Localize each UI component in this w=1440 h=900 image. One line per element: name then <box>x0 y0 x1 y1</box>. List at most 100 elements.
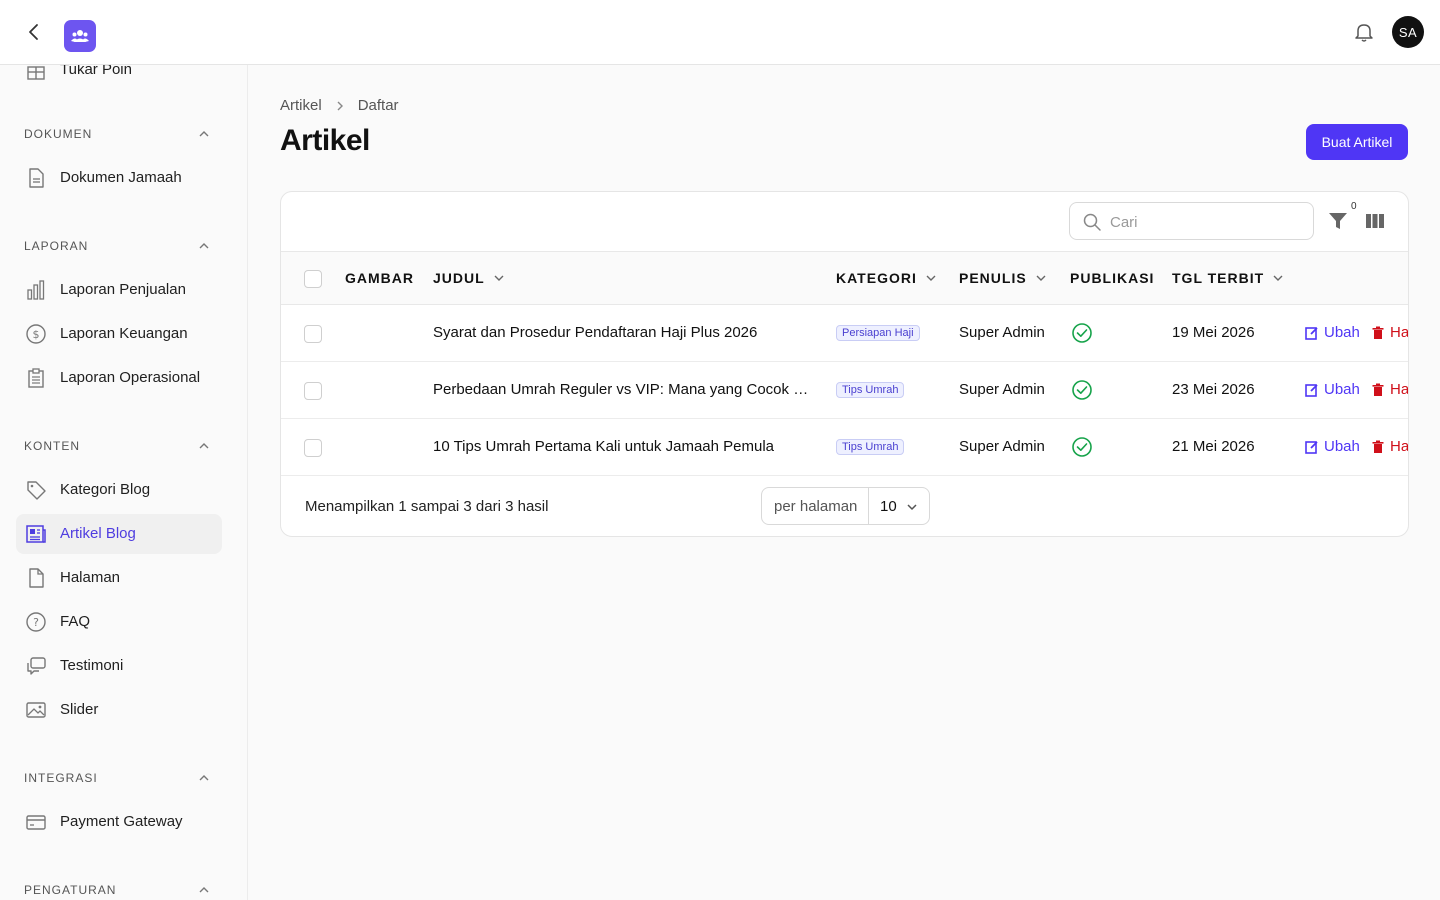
chevron-up-icon[interactable] <box>196 238 212 254</box>
column-penulis[interactable]: PENULIS <box>959 270 1047 286</box>
article-title[interactable]: 10 Tips Umrah Pertama Kali untuk Jamaah … <box>433 438 813 455</box>
group-icon <box>71 30 89 42</box>
sidebar-item-laporan-penjualan[interactable]: Laporan Penjualan <box>16 270 222 310</box>
chevron-up-icon[interactable] <box>196 770 212 786</box>
article-title[interactable]: Perbedaan Umrah Reguler vs VIP: Mana yan… <box>433 381 813 398</box>
edit-button[interactable]: Ubah <box>1305 381 1360 398</box>
check-circle-icon <box>1072 380 1092 400</box>
sidebar-item-testimoni[interactable]: Testimoni <box>16 646 222 686</box>
delete-button[interactable]: Ha <box>1371 438 1409 455</box>
app-logo[interactable] <box>64 20 96 52</box>
sidebar-item-slider[interactable]: Slider <box>16 690 222 730</box>
delete-button[interactable]: Ha <box>1371 381 1408 398</box>
notifications-button[interactable] <box>1352 20 1376 44</box>
sidebar-item-faq[interactable]: ? FAQ <box>16 602 222 642</box>
column-publikasi: PUBLIKASI <box>1070 270 1155 286</box>
image-icon <box>24 698 48 722</box>
dollar-circle-icon: $ <box>24 322 48 346</box>
search-icon <box>1083 213 1101 231</box>
breadcrumb: Artikel Daftar <box>280 97 399 114</box>
chevron-down-icon[interactable] <box>493 272 505 284</box>
author: Super Admin <box>959 381 1045 398</box>
group-label-pengaturan: PENGATURAN <box>24 883 117 897</box>
row-checkbox[interactable] <box>304 439 322 457</box>
user-avatar[interactable]: SA <box>1392 16 1424 48</box>
edit-label: Ubah <box>1324 381 1360 398</box>
create-article-button[interactable]: Buat Artikel <box>1306 124 1408 160</box>
edit-icon <box>1305 326 1318 340</box>
search-input[interactable] <box>1110 211 1305 233</box>
table-row: Syarat dan Prosedur Pendaftaran Haji Plu… <box>281 305 1409 362</box>
group-label-laporan: LAPORAN <box>24 239 89 253</box>
delete-label: Ha <box>1390 324 1409 341</box>
row-checkbox[interactable] <box>304 382 322 400</box>
category-badge: Tips Umrah <box>836 382 905 398</box>
column-tgl-terbit[interactable]: TGL TERBIT <box>1172 270 1284 286</box>
sidebar-item-tukar-poin[interactable]: Tukar Poin <box>16 65 222 90</box>
chevron-up-icon[interactable] <box>196 438 212 454</box>
column-label: TGL TERBIT <box>1172 270 1265 286</box>
select-all-checkbox[interactable] <box>304 270 322 288</box>
publish-date: 21 Mei 2026 <box>1172 438 1255 455</box>
trash-icon <box>1372 440 1384 453</box>
trash-icon <box>1372 326 1384 339</box>
column-label: JUDUL <box>433 270 485 286</box>
chat-bubbles-icon <box>24 654 48 678</box>
category-badge: Tips Umrah <box>836 439 905 455</box>
table-row: 10 Tips Umrah Pertama Kali untuk Jamaah … <box>281 419 1409 476</box>
edit-button[interactable]: Ubah <box>1305 438 1360 455</box>
per-page-select[interactable]: per halaman 10 <box>761 487 930 525</box>
delete-label: Ha <box>1390 438 1409 455</box>
sidebar-item-laporan-operasional[interactable]: Laporan Operasional <box>16 358 222 398</box>
edit-icon <box>1305 383 1318 397</box>
author: Super Admin <box>959 324 1045 341</box>
sidebar-item-label: Dokumen Jamaah <box>60 169 182 186</box>
table-header: GAMBAR JUDUL KATEGORI PENULIS PUBLIKASI … <box>281 251 1408 305</box>
sidebar-item-label: Kategori Blog <box>60 481 151 498</box>
chevron-down-icon[interactable] <box>925 272 937 284</box>
sidebar-item-artikel-blog[interactable]: Artikel Blog <box>16 514 222 554</box>
sidebar: Tukar Poin DOKUMEN Dokumen Jamaah LAPORA… <box>0 65 248 900</box>
topbar: SA <box>0 0 1440 65</box>
trash-icon <box>1372 383 1384 396</box>
credit-card-icon <box>24 810 48 834</box>
tag-icon <box>24 478 48 502</box>
edit-button[interactable]: Ubah <box>1305 324 1360 341</box>
chevron-up-icon[interactable] <box>196 126 212 142</box>
chevron-down-icon[interactable] <box>1035 272 1047 284</box>
sidebar-item-label: Laporan Keuangan <box>60 325 188 342</box>
column-judul[interactable]: JUDUL <box>433 270 505 286</box>
sidebar-item-kategori-blog[interactable]: Kategori Blog <box>16 470 222 510</box>
document-icon <box>24 166 48 190</box>
edit-label: Ubah <box>1324 438 1360 455</box>
filter-count-badge: 0 <box>1348 201 1360 212</box>
clipboard-icon <box>24 366 48 390</box>
columns-icon[interactable] <box>1364 211 1386 231</box>
edit-icon <box>1305 440 1318 454</box>
sidebar-item-laporan-keuangan[interactable]: $ Laporan Keuangan <box>16 314 222 354</box>
row-checkbox[interactable] <box>304 325 322 343</box>
chevron-up-icon[interactable] <box>196 882 212 898</box>
bar-chart-icon <box>24 278 48 302</box>
articles-table-card: 0 GAMBAR JUDUL KATEGORI PENULIS PUBLIKAS… <box>280 191 1409 537</box>
sidebar-item-dokumen-jamaah[interactable]: Dokumen Jamaah <box>16 158 222 198</box>
delete-button[interactable]: Ha <box>1371 324 1409 341</box>
question-circle-icon: ? <box>24 610 48 634</box>
sidebar-item-label: Tukar Poin <box>60 65 132 78</box>
sidebar-item-halaman[interactable]: Halaman <box>16 558 222 598</box>
chevron-down-icon[interactable] <box>1272 272 1284 284</box>
svg-text:?: ? <box>33 616 39 629</box>
breadcrumb-parent[interactable]: Artikel <box>280 97 322 114</box>
check-circle-icon <box>1072 437 1092 457</box>
sidebar-item-payment-gateway[interactable]: Payment Gateway <box>16 802 222 842</box>
column-kategori[interactable]: KATEGORI <box>836 270 937 286</box>
author: Super Admin <box>959 438 1045 455</box>
category-badge: Persiapan Haji <box>836 325 920 341</box>
article-title[interactable]: Syarat dan Prosedur Pendaftaran Haji Plu… <box>433 324 813 341</box>
edit-label: Ubah <box>1324 324 1360 341</box>
sidebar-item-label: Testimoni <box>60 657 124 674</box>
back-button[interactable] <box>22 20 46 44</box>
divider <box>868 488 869 524</box>
filter-icon[interactable] <box>1327 210 1349 232</box>
column-label: KATEGORI <box>836 270 917 286</box>
